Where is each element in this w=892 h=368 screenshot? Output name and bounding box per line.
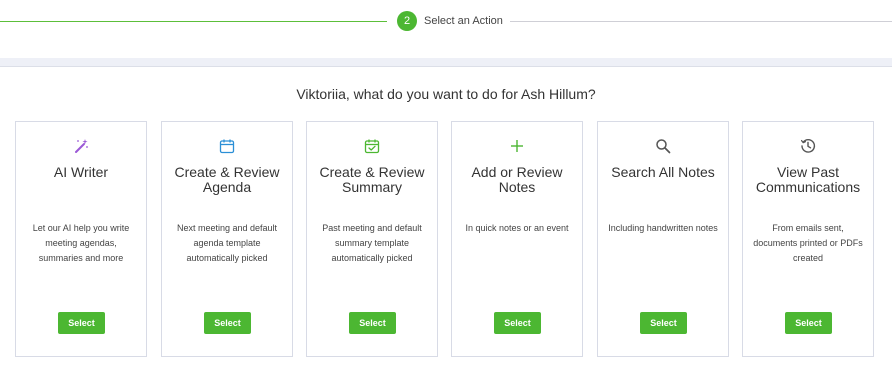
card-description: Past meeting and default summary templat… [322, 223, 422, 263]
header-band [0, 58, 892, 67]
card-title: View Past Communications [755, 164, 861, 195]
select-summary-button[interactable]: Select [349, 312, 396, 334]
stepper-line-pending [510, 21, 892, 22]
card-create-review-agenda: Create & Review Agenda Next meeting and … [161, 121, 293, 357]
magic-wand-icon [16, 136, 146, 156]
card-title: Create & Review Agenda [174, 164, 280, 195]
stepper-line-completed [0, 21, 387, 22]
page-prompt: Viktoriia, what do you want to do for As… [296, 86, 596, 102]
clock-history-icon [743, 136, 873, 156]
card-description: Next meeting and default agenda template… [176, 223, 278, 263]
select-notes-button[interactable]: Select [494, 312, 541, 334]
card-description: In quick notes or an event [465, 223, 569, 233]
card-create-review-summary: Create & Review Summary Past meeting and… [306, 121, 438, 357]
card-title: AI Writer [53, 164, 109, 180]
select-ai-writer-button[interactable]: Select [58, 312, 105, 334]
step-number-badge: 2 [397, 11, 417, 31]
card-ai-writer: AI Writer Let our AI help you write meet… [15, 121, 147, 357]
card-description: From emails sent, documents printed or P… [753, 223, 863, 263]
card-description: Including handwritten notes [608, 223, 718, 233]
calendar-icon [162, 136, 292, 156]
card-add-review-notes: Add or Review Notes In quick notes or an… [451, 121, 583, 357]
stepper: 2 Select an Action [0, 0, 892, 59]
card-description: Let our AI help you write meeting agenda… [32, 223, 130, 263]
card-view-past-communications: View Past Communications From emails sen… [742, 121, 874, 357]
plus-icon [452, 136, 582, 156]
select-communications-button[interactable]: Select [785, 312, 832, 334]
calendar-check-icon [307, 136, 437, 156]
select-agenda-button[interactable]: Select [204, 312, 251, 334]
card-title: Add or Review Notes [471, 164, 563, 195]
card-title: Search All Notes [611, 164, 715, 180]
card-title: Create & Review Summary [319, 164, 425, 195]
select-search-button[interactable]: Select [640, 312, 687, 334]
card-search-all-notes: Search All Notes Including handwritten n… [597, 121, 729, 357]
search-icon [598, 136, 728, 156]
step-label: Select an Action [424, 15, 503, 27]
